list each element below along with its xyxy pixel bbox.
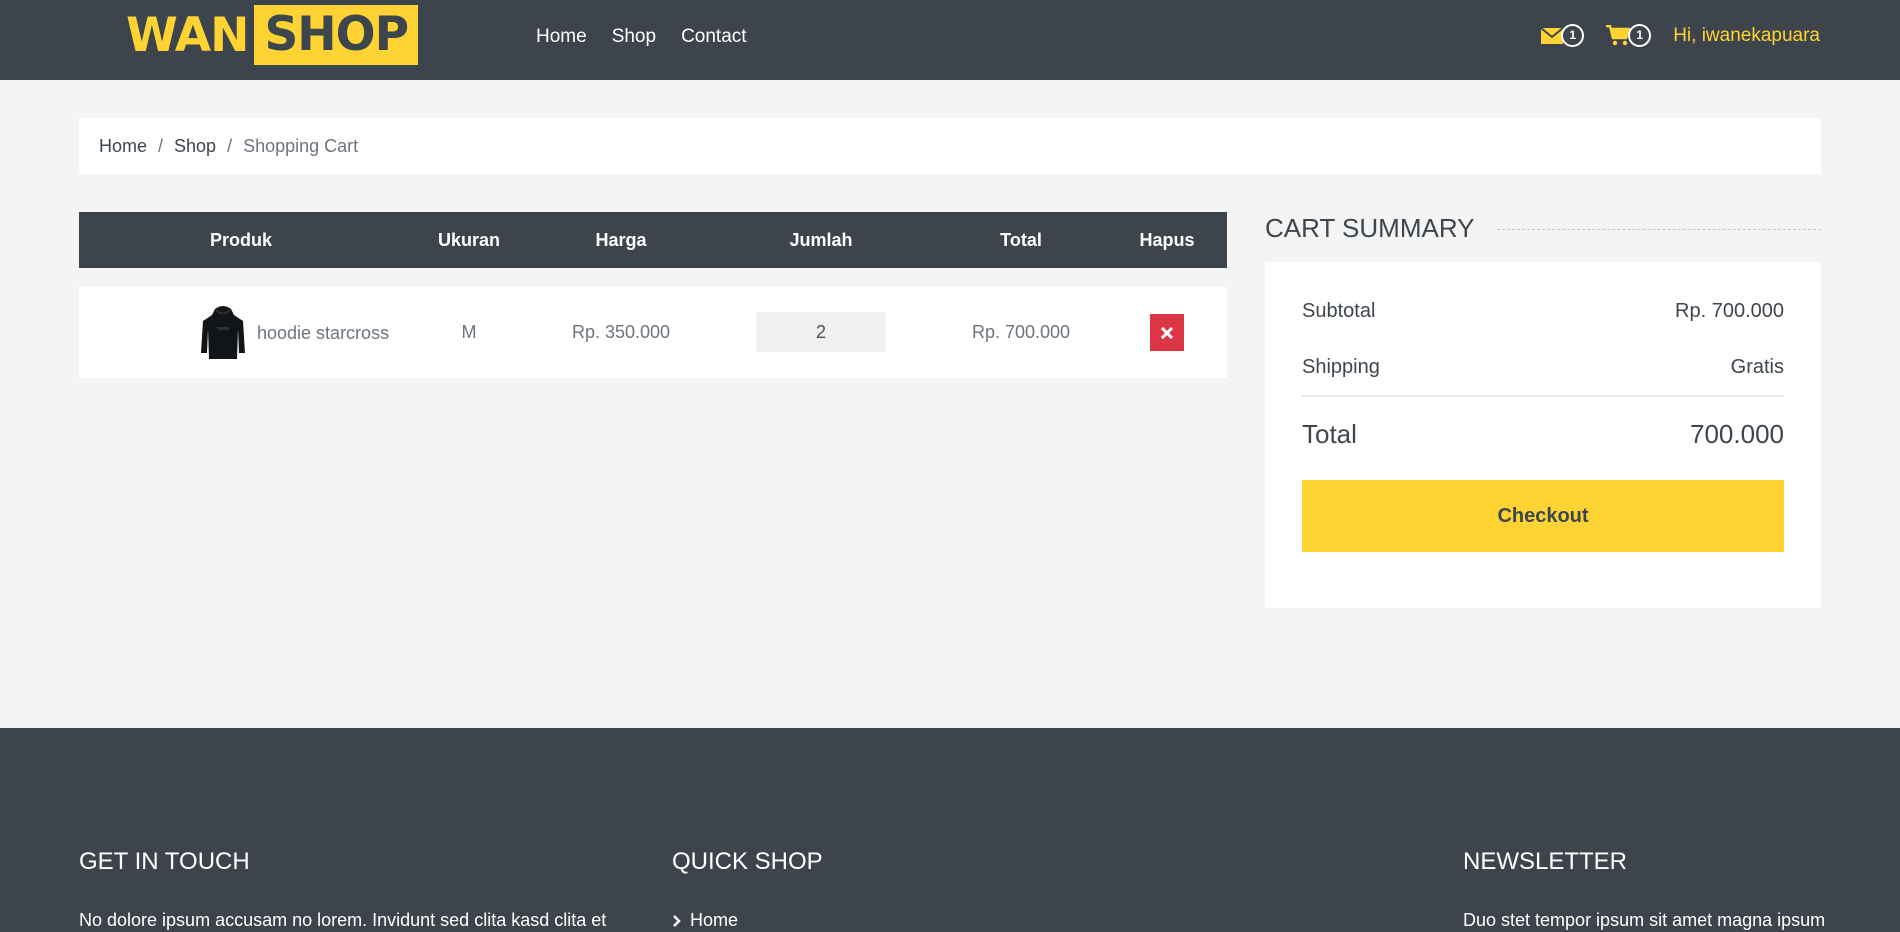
column-header-size: Ukuran: [437, 230, 501, 250]
footer-quick-shop-title: QUICK SHOP: [672, 848, 823, 875]
checkout-button[interactable]: Checkout: [1302, 480, 1784, 552]
column-header-total: Total: [1000, 230, 1042, 250]
breadcrumb-separator: /: [227, 135, 233, 156]
column-header-product: Produk: [209, 230, 273, 250]
footer: GET IN TOUCH No dolore ipsum accusam no …: [0, 728, 1900, 932]
nav-home[interactable]: Home: [536, 26, 587, 48]
footer-contact-title: GET IN TOUCH: [79, 848, 250, 875]
shipping-label: Shipping: [1302, 356, 1380, 378]
shopping-cart-icon: [1606, 25, 1631, 46]
close-icon: [1161, 326, 1173, 339]
breadcrumb-separator: /: [158, 135, 164, 156]
breadcrumb-home[interactable]: Home: [99, 136, 147, 157]
footer-contact-text: No dolore ipsum accusam no lorem. Invidu…: [79, 910, 607, 930]
shipping-value: Gratis: [1730, 356, 1784, 378]
product-total: Rp. 700.000: [971, 322, 1071, 342]
subtotal-row: Subtotal Rp. 700.000: [1302, 300, 1784, 323]
table-row: hoodie starcross M Rp. 350.000 Rp. 700.0…: [79, 287, 1227, 378]
footer-newsletter-text: Duo stet tempor ipsum sit amet magna ips…: [1463, 910, 1826, 930]
total-value: 700.000: [1690, 419, 1784, 449]
main-nav: Home Shop Contact: [536, 26, 747, 48]
hoodie-image: [201, 306, 245, 359]
chevron-right-icon: [673, 914, 681, 927]
quantity-input[interactable]: [756, 312, 886, 352]
cart-link[interactable]: 1: [1606, 24, 1652, 47]
column-header-price: Harga: [595, 230, 647, 250]
product-cell: hoodie starcross: [199, 305, 389, 361]
product-size: M: [461, 322, 477, 342]
message-count-badge: 1: [1561, 24, 1585, 47]
user-greeting[interactable]: Hi, iwanekapuara: [1673, 25, 1820, 47]
cart-table-header: Produk Ukuran Harga Jumlah Total Hapus: [79, 212, 1227, 268]
cart-summary: Subtotal Rp. 700.000 Shipping Gratis Tot…: [1265, 262, 1821, 608]
shipping-row: Shipping Gratis: [1302, 356, 1784, 379]
remove-item-button[interactable]: [1150, 314, 1184, 351]
summary-divider: [1302, 395, 1784, 397]
nav-contact[interactable]: Contact: [681, 26, 746, 48]
navbar: WAN SHOP Home Shop Contact 1 1 Hi, iwane…: [0, 0, 1900, 80]
footer-link-home-label: Home: [690, 910, 739, 930]
breadcrumb-current: Shopping Cart: [243, 135, 359, 156]
column-header-quantity: Jumlah: [789, 230, 853, 250]
breadcrumb: Home / Shop / Shopping Cart: [79, 118, 1821, 174]
cart-summary-title: CART SUMMARY: [1265, 212, 1475, 243]
cart-count-badge: 1: [1628, 24, 1652, 47]
cart-summary-heading: CART SUMMARY: [1265, 213, 1821, 243]
logo-text-shop: SHOP: [254, 5, 419, 65]
nav-actions: 1 1 Hi, iwanekapuara: [1541, 24, 1820, 47]
column-header-remove: Hapus: [1139, 230, 1195, 250]
cart-table: Produk Ukuran Harga Jumlah Total Hapus h…: [79, 212, 1227, 378]
footer-newsletter-title: NEWSLETTER: [1463, 848, 1628, 875]
nav-shop[interactable]: Shop: [612, 26, 656, 48]
total-row: Total 700.000: [1302, 419, 1784, 450]
product-price: Rp. 350.000: [571, 322, 671, 342]
product-name[interactable]: hoodie starcross: [257, 323, 389, 344]
breadcrumb-shop[interactable]: Shop: [174, 136, 216, 157]
total-label: Total: [1302, 419, 1357, 449]
messages-link[interactable]: 1: [1541, 24, 1585, 47]
subtotal-value: Rp. 700.000: [1675, 300, 1784, 322]
envelope-icon: [1541, 26, 1564, 44]
footer-link-home[interactable]: Home: [672, 910, 738, 931]
brand-logo[interactable]: WAN SHOP: [126, 5, 419, 65]
subtotal-label: Subtotal: [1302, 300, 1376, 322]
logo-text-wan: WAN: [126, 7, 249, 63]
heading-divider: [1496, 228, 1821, 230]
